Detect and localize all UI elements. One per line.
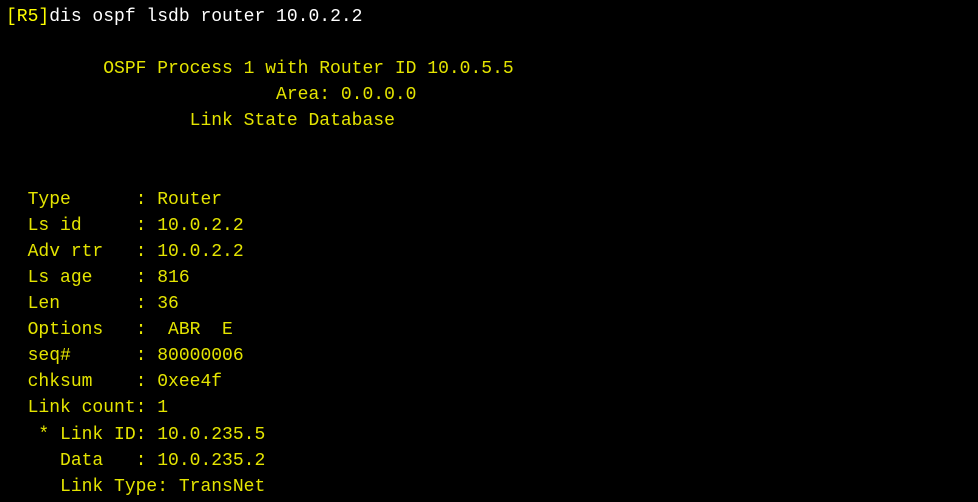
- lsa-link-type-line: Link Type: TransNet: [6, 474, 972, 500]
- lsa-chksum-value: 0xee4f: [157, 372, 222, 392]
- lsa-lsage-label: Ls age: [28, 268, 136, 288]
- lsa-link-id-value: 10.0.235.5: [157, 425, 265, 445]
- lsa-len-value: 36: [157, 294, 179, 314]
- lsa-lsid-line: Ls id : 10.0.2.2: [6, 213, 972, 239]
- lsa-lsage-value: 816: [157, 268, 189, 288]
- lsa-len-line: Len : 36: [6, 291, 972, 317]
- command-line: [R5]dis ospf lsdb router 10.0.2.2: [6, 4, 972, 30]
- lsa-options-line: Options : ABR E: [6, 317, 972, 343]
- blank-line-3: [6, 161, 972, 187]
- lsa-seq-value: 80000006: [157, 346, 243, 366]
- ospf-process-text: OSPF Process 1 with Router ID 10.0.5.5: [103, 59, 513, 79]
- lsa-link-data-label: Data: [60, 451, 136, 471]
- lsa-link-data-value: 10.0.235.2: [157, 451, 265, 471]
- lsa-seq-line: seq# : 80000006: [6, 343, 972, 369]
- lsa-len-label: Len: [28, 294, 136, 314]
- blank-line-2: [6, 134, 972, 160]
- lsa-type-value: Router: [157, 190, 222, 210]
- lsa-linkcount-value: 1: [157, 398, 168, 418]
- lsa-type-label: Type: [28, 190, 136, 210]
- lsa-linkcount-line: Link count: 1: [6, 395, 972, 421]
- lsa-linkcount-label: Link count: [28, 398, 136, 418]
- lsa-link-id-line: * Link ID: 10.0.235.5: [6, 422, 972, 448]
- lsa-lsid-label: Ls id: [28, 216, 136, 236]
- prompt-host: [R5]: [6, 7, 49, 27]
- lsa-chksum-label: chksum: [28, 372, 136, 392]
- lsa-advrtr-line: Adv rtr : 10.0.2.2: [6, 239, 972, 265]
- lsa-options-label: Options: [28, 320, 136, 340]
- lsa-link-type-label: Link Type: [60, 477, 157, 497]
- ospf-area-text: Area: 0.0.0.0: [276, 85, 416, 105]
- ospf-process-line: OSPF Process 1 with Router ID 10.0.5.5: [6, 56, 972, 82]
- lsa-advrtr-value: 10.0.2.2: [157, 242, 243, 262]
- lsa-seq-label: seq#: [28, 346, 136, 366]
- lsa-type-line: Type : Router: [6, 187, 972, 213]
- lsa-options-value: ABR E: [157, 320, 233, 340]
- terminal-output[interactable]: [R5]dis ospf lsdb router 10.0.2.2 OSPF P…: [6, 4, 972, 502]
- lsa-link-data-line: Data : 10.0.235.2: [6, 448, 972, 474]
- lsa-link-id-label: * Link ID: [38, 425, 135, 445]
- blank-line-1: [6, 30, 972, 56]
- command-text: dis ospf lsdb router 10.0.2.2: [49, 7, 362, 27]
- lsa-lsage-line: Ls age : 816: [6, 265, 972, 291]
- lsdb-title-text: Link State Database: [190, 111, 395, 131]
- lsa-advrtr-label: Adv rtr: [28, 242, 136, 262]
- lsa-link-type-value: TransNet: [179, 477, 265, 497]
- ospf-area-line: Area: 0.0.0.0: [6, 82, 972, 108]
- lsdb-title-line: Link State Database: [6, 108, 972, 134]
- lsa-chksum-line: chksum : 0xee4f: [6, 369, 972, 395]
- lsa-lsid-value: 10.0.2.2: [157, 216, 243, 236]
